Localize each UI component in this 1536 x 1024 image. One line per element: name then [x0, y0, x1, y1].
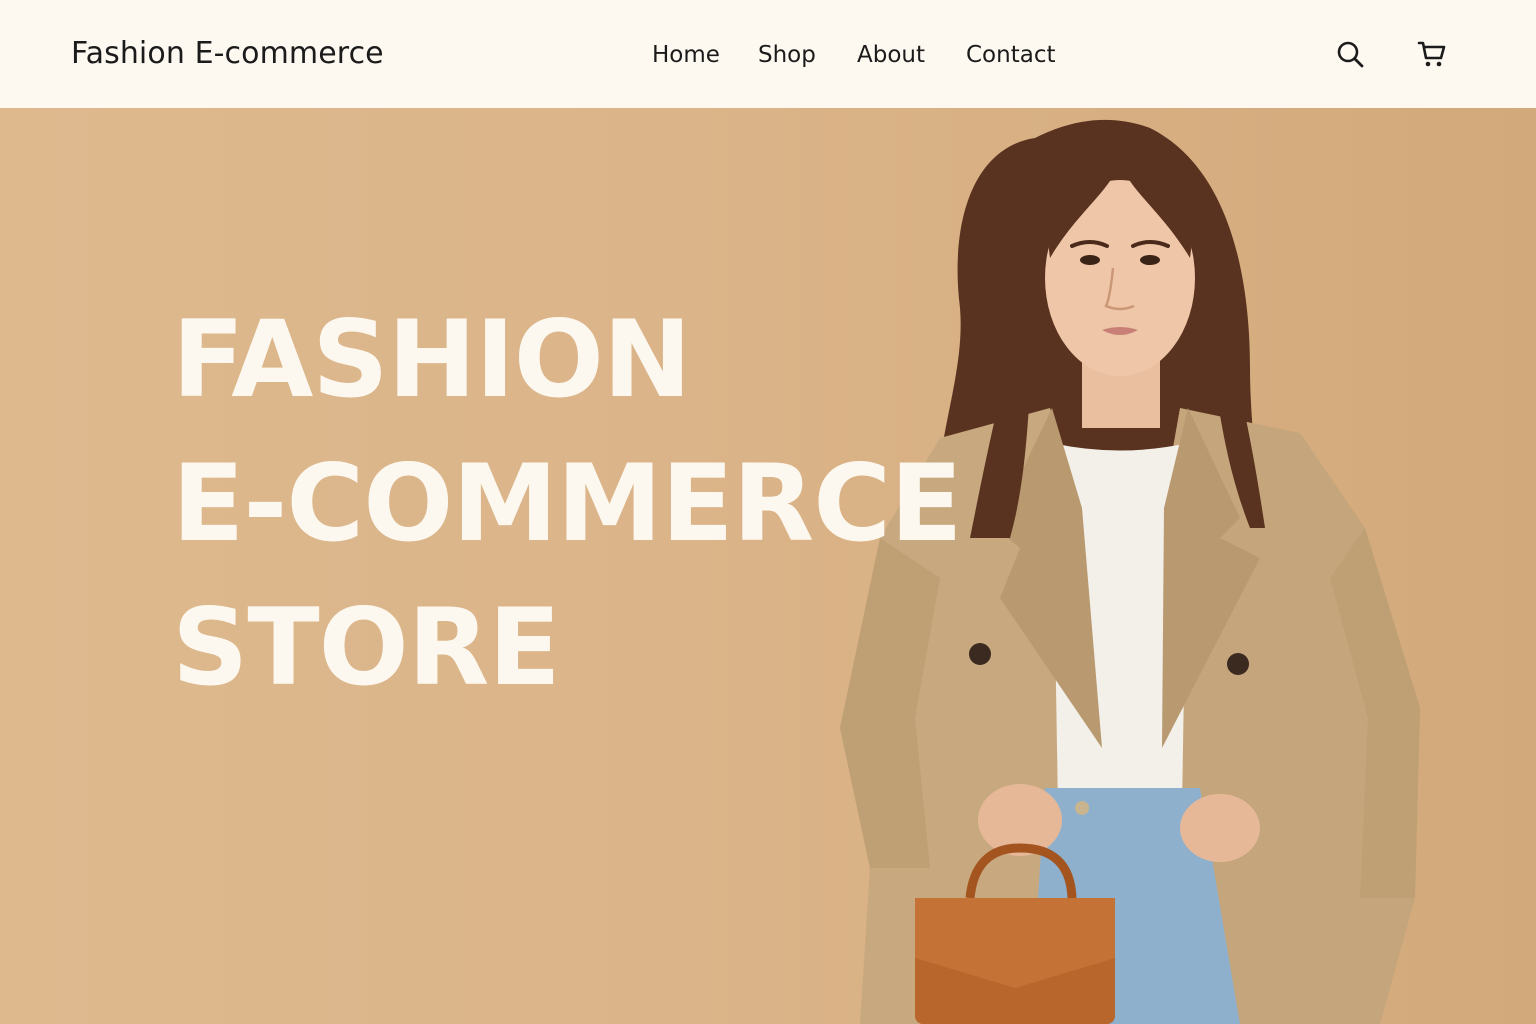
- nav-contact-link[interactable]: Contact: [966, 42, 1055, 68]
- hero-banner: FASHION E-COMMERCE STORE: [0, 108, 1536, 1024]
- nav-home-link[interactable]: Home: [652, 42, 720, 68]
- cart-icon: [1417, 41, 1446, 67]
- page: Fashion E-commerce Home Shop About Conta…: [0, 0, 1536, 1024]
- brand-logo[interactable]: Fashion E-commerce: [71, 36, 384, 71]
- hero-title-line-2: E-COMMERCE: [172, 442, 963, 565]
- cart-button[interactable]: [1416, 38, 1448, 70]
- hero-title-line-3: STORE: [172, 586, 561, 709]
- hero-title-line-1: FASHION: [172, 298, 692, 421]
- nav-shop-link[interactable]: Shop: [758, 42, 816, 68]
- site-header: Fashion E-commerce Home Shop About Conta…: [0, 0, 1536, 108]
- nav-about-link[interactable]: About: [857, 42, 925, 68]
- search-icon: [1337, 41, 1364, 68]
- hero-title: FASHION E-COMMERCE STORE: [172, 288, 963, 720]
- search-button[interactable]: [1334, 38, 1366, 70]
